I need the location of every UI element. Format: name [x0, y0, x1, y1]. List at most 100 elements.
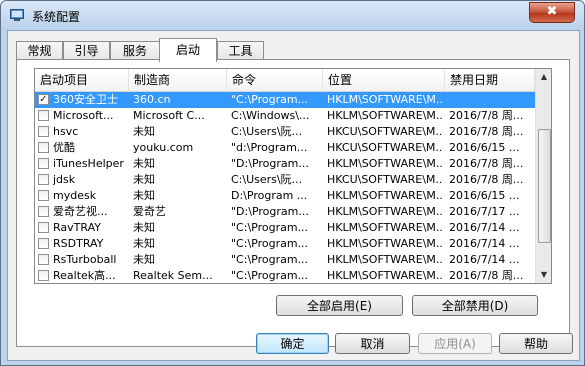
- location-text: HKLM\SOFTWARE\M...: [327, 189, 443, 202]
- location-text: HKLM\SOFTWARE\M...: [327, 157, 443, 170]
- command-text: C:\Users\阮...: [231, 173, 303, 186]
- scroll-down-arrow-icon[interactable]: ▼: [536, 267, 551, 283]
- column-header-maker[interactable]: 制造商: [129, 69, 227, 91]
- maker-name: 未知: [133, 173, 155, 186]
- column-header-command[interactable]: 命令: [227, 69, 323, 91]
- disabled-date: 2016/7/8 周...: [449, 173, 524, 186]
- item-name: mydesk: [53, 189, 97, 202]
- tab-general[interactable]: 常规: [16, 41, 63, 61]
- table-row[interactable]: Realtek高... Realtek Sem... "C:\Program... H…: [35, 268, 535, 283]
- command-text: "D:\Program...: [231, 205, 309, 218]
- maker-name: Microsoft C...: [133, 109, 205, 122]
- disable-all-button[interactable]: 全部禁用(D): [412, 295, 538, 316]
- item-name: jdsk: [53, 173, 76, 186]
- column-header-location[interactable]: 位置: [323, 69, 445, 91]
- location-text: HKLM\SOFTWARE\M...: [327, 269, 443, 282]
- item-name: 爱奇艺视...: [53, 205, 108, 218]
- table-row[interactable]: RSDTRAY 未知 "C:\Program... HKLM\SOFTWARE\M..…: [35, 236, 535, 252]
- table-row[interactable]: iTunesHelper 未知 "D:\Program... HKLM\SOFTWAR…: [35, 156, 535, 172]
- maker-name: 未知: [133, 237, 155, 250]
- table-row[interactable]: ✓ 360安全卫士 360.cn "C:\Program... HKLM\SOFTWAR…: [35, 92, 535, 108]
- title-bar[interactable]: 系统配置 ✖: [1, 1, 584, 31]
- startup-checkbox[interactable]: [38, 190, 49, 201]
- startup-checkbox[interactable]: ✓: [38, 94, 49, 105]
- location-text: HKLM\SOFTWARE\M...: [327, 93, 443, 106]
- item-name: 优酷: [53, 141, 75, 154]
- item-name: Microsoft...: [53, 109, 114, 122]
- command-text: "d:\Program...: [231, 141, 308, 154]
- close-button[interactable]: ✖: [529, 2, 575, 23]
- close-icon: ✖: [546, 4, 558, 19]
- apply-button[interactable]: 应用(A): [418, 333, 492, 354]
- command-text: "C:\Program...: [231, 221, 309, 234]
- startup-list[interactable]: 启动项目 制造商 命令 位置 禁用日期 ✓ 360安全卫士 360.cn "C:\Pr…: [34, 68, 552, 284]
- location-text: HKLM\SOFTWARE\M...: [327, 221, 443, 234]
- table-row[interactable]: mydesk 未知 D:\Program ... HKLM\SOFTWARE\M...…: [35, 188, 535, 204]
- table-row[interactable]: Microsoft... Microsoft C... C:\Windows\...…: [35, 108, 535, 124]
- startup-checkbox[interactable]: [38, 238, 49, 249]
- location-text: HKCU\SOFTWARE\M...: [327, 141, 443, 154]
- command-text: C:\Users\阮...: [231, 125, 303, 138]
- scroll-thumb[interactable]: [538, 129, 551, 243]
- help-button[interactable]: 帮助: [499, 333, 573, 354]
- column-header-item[interactable]: 启动项目: [35, 69, 129, 91]
- startup-checkbox[interactable]: [38, 126, 49, 137]
- startup-checkbox[interactable]: [38, 270, 49, 281]
- enable-all-button[interactable]: 全部启用(E): [276, 295, 403, 316]
- item-name: Realtek高...: [53, 269, 116, 282]
- maker-name: 爱奇艺: [133, 205, 166, 218]
- command-text: D:\Program ...: [231, 189, 308, 202]
- location-text: HKLM\SOFTWARE\M...: [327, 253, 443, 266]
- disabled-date: 2016/7/8 周...: [449, 125, 524, 138]
- table-row[interactable]: hsvc 未知 C:\Users\阮... HKCU\SOFTWARE\M... 201…: [35, 124, 535, 140]
- startup-checkbox[interactable]: [38, 174, 49, 185]
- tab-startup[interactable]: 启动: [159, 38, 217, 62]
- item-name: RSDTRAY: [53, 237, 104, 250]
- maker-name: 360.cn: [133, 93, 171, 106]
- item-name: iTunesHelper: [53, 157, 124, 170]
- maker-name: youku.com: [133, 141, 194, 154]
- item-name: RavTRAY: [53, 221, 101, 234]
- command-text: "D:\Program...: [231, 157, 309, 170]
- maker-name: 未知: [133, 157, 155, 170]
- dialog-client-area: 常规 引导 服务 启动 工具 启动项目 制造商 命令 位置 禁用日期 ✓ 360安…: [7, 30, 580, 361]
- maker-name: 未知: [133, 125, 155, 138]
- item-name: 360安全卫士: [53, 93, 118, 106]
- tab-boot[interactable]: 引导: [63, 41, 110, 61]
- command-text: "C:\Program...: [231, 253, 309, 266]
- window-title: 系统配置: [32, 10, 81, 24]
- disabled-date: 2016/7/8 周...: [449, 157, 524, 170]
- checkmark-icon: ✓: [39, 94, 48, 105]
- disabled-date: 2016/7/8 周...: [449, 109, 524, 122]
- system-config-icon: [10, 9, 24, 21]
- vertical-scrollbar[interactable]: ▲ ▼: [535, 69, 551, 283]
- command-text: C:\Windows\...: [231, 109, 310, 122]
- location-text: HKCU\SOFTWARE\M...: [327, 173, 443, 186]
- startup-checkbox[interactable]: [38, 110, 49, 121]
- maker-name: 未知: [133, 221, 155, 234]
- column-header-disabled-date[interactable]: 禁用日期: [445, 69, 535, 91]
- maker-name: Realtek Sem...: [133, 269, 213, 282]
- location-text: HKCU\SOFTWARE\M...: [327, 125, 443, 138]
- startup-checkbox[interactable]: [38, 222, 49, 233]
- startup-checkbox[interactable]: [38, 206, 49, 217]
- command-text: "C:\Program...: [231, 269, 309, 282]
- scroll-up-arrow-icon[interactable]: ▲: [536, 69, 551, 85]
- tab-tools[interactable]: 工具: [217, 41, 264, 61]
- table-row[interactable]: RavTRAY 未知 "C:\Program... HKLM\SOFTWARE\M..…: [35, 220, 535, 236]
- table-row[interactable]: RsTurboball 未知 "C:\Program... HKLM\SOFTWARE…: [35, 252, 535, 268]
- tab-services[interactable]: 服务: [110, 41, 160, 61]
- startup-checkbox[interactable]: [38, 254, 49, 265]
- ok-button[interactable]: 确定: [256, 333, 329, 354]
- disabled-date: 2016/7/14 ...: [449, 253, 520, 266]
- command-text: "C:\Program...: [231, 237, 309, 250]
- table-row[interactable]: 优酷 youku.com "d:\Program... HKCU\SOFTWARE\M…: [35, 140, 535, 156]
- cancel-button[interactable]: 取消: [335, 333, 410, 354]
- item-name: hsvc: [53, 125, 79, 138]
- disabled-date: 2016/6/15 ...: [449, 141, 520, 154]
- table-row[interactable]: jdsk 未知 C:\Users\阮... HKCU\SOFTWARE\M... 201…: [35, 172, 535, 188]
- table-row[interactable]: 爱奇艺视... 爱奇艺 "D:\Program... HKLM\SOFTWARE\M.…: [35, 204, 535, 220]
- startup-checkbox[interactable]: [38, 158, 49, 169]
- disabled-date: 2016/7/8 周...: [449, 269, 524, 282]
- startup-checkbox[interactable]: [38, 142, 49, 153]
